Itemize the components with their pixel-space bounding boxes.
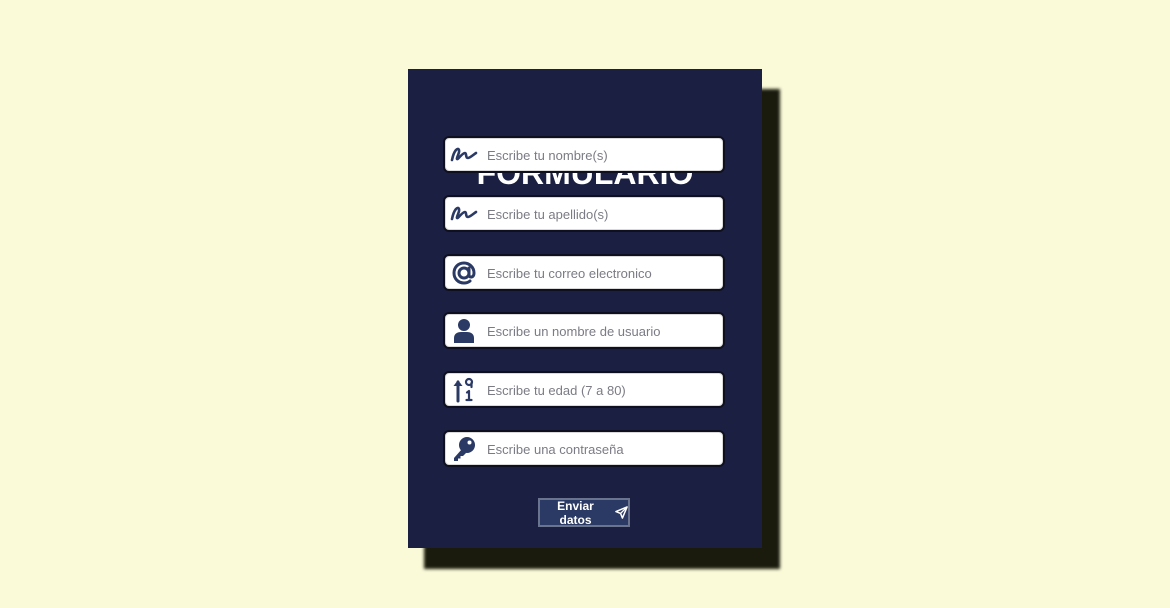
signature-icon (450, 201, 478, 227)
at-sign-icon (450, 260, 478, 286)
username-field (443, 312, 725, 349)
age-field (443, 371, 725, 408)
password-field (443, 430, 725, 467)
username-input[interactable] (487, 318, 712, 344)
last-name-input[interactable] (487, 201, 712, 227)
paper-plane-icon (615, 506, 628, 519)
submit-button-label: Enviar datos (557, 498, 594, 527)
user-icon (450, 318, 478, 344)
email-input[interactable] (487, 260, 712, 286)
password-input[interactable] (487, 436, 712, 462)
last-name-field (443, 195, 725, 232)
first-name-field (443, 136, 725, 173)
signature-icon (450, 142, 478, 168)
age-input[interactable] (487, 377, 712, 403)
email-field (443, 254, 725, 291)
key-icon (450, 436, 478, 462)
first-name-input[interactable] (487, 142, 712, 168)
registration-form: FORMULARIO Escribe tu nombre(s) Escribe … (408, 69, 762, 548)
submit-button[interactable]: Enviar datos (538, 498, 630, 527)
sort-numeric-icon (450, 377, 478, 403)
